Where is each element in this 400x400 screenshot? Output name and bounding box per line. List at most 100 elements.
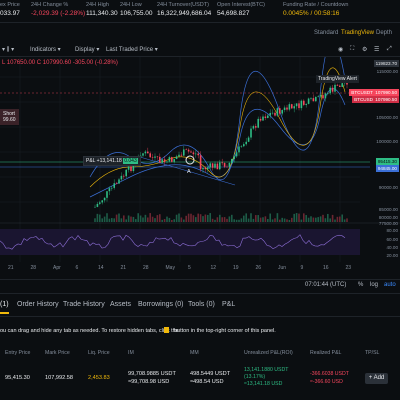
volume-bar: [96, 213, 99, 222]
view-depth[interactable]: Depth: [376, 30, 392, 36]
chart-options-icon[interactable]: ☰: [374, 46, 379, 53]
volume-bar: [180, 217, 183, 222]
volume-bar: [154, 218, 156, 222]
volume-bar: [190, 213, 192, 222]
chart-toolbar: ▾ ⫼ ▾ Indicators ▾ Display ▾ Last Traded…: [0, 43, 400, 57]
volume-bar: [178, 213, 180, 222]
volume-bar: [286, 219, 288, 222]
volume-bar: [322, 214, 324, 222]
candle-body: [319, 95, 322, 97]
volume-bar: [252, 218, 255, 222]
fullscreen-icon[interactable]: ⛶: [350, 46, 354, 53]
camera-icon[interactable]: ◉: [338, 46, 343, 53]
x-axis-label: May: [165, 265, 175, 271]
tab-borrowings[interactable]: Borrowings (0): [138, 301, 184, 308]
price-chart[interactable]: L 107650.00 C 107990.60 -305.00 (-0.28%)…: [0, 57, 400, 290]
candle-body: [197, 153, 199, 156]
view-standard[interactable]: Standard: [314, 30, 338, 36]
header-entry-price: Entry Price: [5, 350, 31, 356]
hint-text: ou can drag and hide any tab as needed. …: [0, 328, 179, 334]
volume-bar: [255, 215, 257, 222]
candle-body: [199, 155, 202, 170]
last-traded-button[interactable]: Last Traded Price ▾: [106, 46, 158, 53]
unrealized-roi-value: (13.17%): [244, 374, 266, 380]
x-axis-label: 6: [75, 265, 79, 271]
open-interest-stat: Open Interest(BTC) 54,698.827: [217, 2, 265, 17]
volume-bar: [303, 213, 305, 222]
expand-icon[interactable]: ⤢: [387, 46, 392, 53]
candle-body: [142, 153, 144, 156]
candle-body: [334, 84, 336, 92]
candle-body: [187, 149, 190, 152]
volume-bar: [175, 214, 178, 222]
candle-body: [233, 156, 235, 159]
rsi-axis-label: 80.00: [386, 228, 399, 233]
volume-bar: [283, 218, 286, 222]
candle-body: [154, 156, 156, 158]
candle-body: [123, 175, 125, 177]
candle-body: [183, 149, 185, 156]
candle-body: [226, 166, 228, 168]
candle-body: [303, 100, 305, 105]
volume-bar: [298, 213, 300, 222]
position-row: 95,415.30 107,992.58 2,453.83 99,708.988…: [0, 366, 400, 387]
x-axis-label: 12: [210, 265, 217, 271]
log-toggle[interactable]: log: [370, 282, 378, 288]
candle-body: [96, 203, 99, 207]
header-im: IM: [128, 350, 134, 356]
x-axis-label: 14: [98, 265, 104, 271]
candle-body: [298, 103, 300, 109]
candle-type-icon[interactable]: ▾ ⫼ ▾: [2, 46, 14, 54]
volume-bar: [123, 215, 125, 222]
header-mm: MM: [190, 350, 199, 356]
mark-price-stat: ex Price 033.97: [0, 2, 20, 17]
volume-bar: [187, 213, 190, 222]
tab-assets[interactable]: Assets: [110, 301, 131, 308]
candle-body: [274, 112, 276, 116]
volume-bar: [199, 214, 202, 222]
candle-body: [259, 118, 262, 121]
utc-time: 07:01:44 (UTC): [305, 282, 347, 288]
tab-tools[interactable]: Tools (0): [188, 301, 215, 308]
volume-bar: [276, 213, 279, 222]
y-axis-label: 90000.00: [378, 185, 398, 190]
indicators-button[interactable]: Indicators ▾: [30, 46, 61, 53]
volume-bar: [94, 218, 96, 222]
candle-body: [300, 100, 303, 109]
display-button[interactable]: Display ▾: [75, 46, 99, 53]
chart-canvas[interactable]: [0, 57, 400, 290]
candle-body: [168, 157, 171, 162]
x-axis-label: 28: [30, 265, 37, 271]
y-axis-label: 100000.00: [376, 139, 398, 144]
tab-order-history[interactable]: Order History: [17, 301, 59, 308]
volume-bar: [144, 214, 147, 222]
x-axis-label: 19: [233, 265, 239, 271]
volume-bar: [300, 219, 303, 222]
volume-bar: [346, 218, 348, 222]
volume-bar: [142, 217, 144, 222]
candle-body: [94, 206, 96, 208]
candle-body: [178, 154, 180, 157]
auto-toggle[interactable]: auto: [384, 282, 396, 288]
candle-body: [231, 158, 233, 163]
tradingview-alert-button[interactable]: TradingView Alert: [316, 75, 359, 83]
pnl-label-box[interactable]: P&L +13,141.18 0.043: [83, 156, 141, 166]
add-tpsl-button[interactable]: + Add: [365, 373, 388, 384]
tab-pnl[interactable]: P&L: [222, 301, 235, 308]
view-tradingview[interactable]: TradingView: [341, 30, 374, 36]
x-axis-label: 16: [323, 265, 329, 271]
tab-trade-history[interactable]: Trade History: [63, 301, 105, 308]
im-usd-value: ≈99,708.98 USD: [128, 379, 170, 385]
tab-positions[interactable]: (1): [0, 301, 9, 314]
header-unrealized-pnl: Unrealized P&L(ROI): [244, 350, 293, 356]
percent-toggle[interactable]: %: [358, 282, 363, 288]
volume-bar: [221, 217, 223, 222]
change-value: -2,029.39 (-2.28%): [31, 10, 86, 17]
position-marker[interactable]: [185, 155, 195, 165]
volume-bar: [259, 217, 262, 222]
restore-tabs-icon: [164, 327, 169, 333]
volume-bar: [151, 216, 154, 222]
settings-icon[interactable]: ⚙: [362, 46, 367, 53]
volume-bar: [111, 218, 113, 222]
y-axis-label: 80000.00: [378, 215, 398, 220]
